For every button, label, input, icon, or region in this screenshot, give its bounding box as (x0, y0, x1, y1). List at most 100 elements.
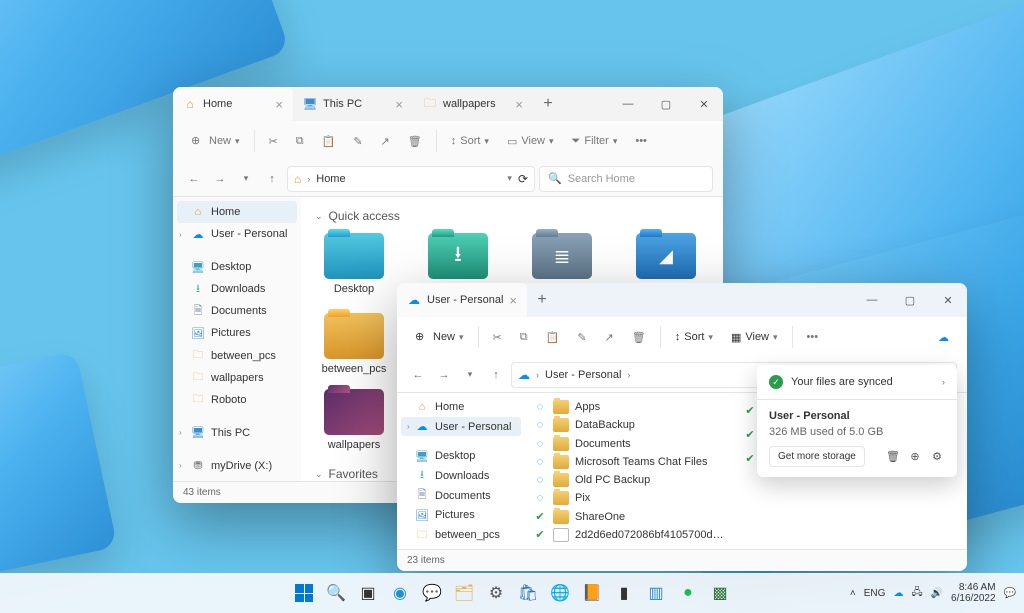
settings-icon[interactable]: ⚙ (929, 449, 945, 465)
store-button[interactable]: 🛍 (514, 579, 542, 607)
new-tab-button[interactable]: + (533, 87, 563, 121)
sidebar-item-home[interactable]: ⌂Home (177, 201, 297, 223)
tray-overflow-button[interactable]: ˄ (850, 588, 856, 599)
list-item[interactable]: ◌Apps (533, 399, 725, 415)
spotify-button[interactable]: ● (674, 579, 702, 607)
cut-button[interactable]: ✂ (485, 323, 510, 351)
taskbar-app-icon[interactable]: 📙 (578, 579, 606, 607)
chat-button[interactable]: 💬 (418, 579, 446, 607)
address-bar[interactable]: ⌂ › Home ▾ ⟳ (287, 166, 535, 192)
paste-button[interactable]: 📋 (538, 323, 568, 351)
up-button[interactable]: ↑ (485, 364, 507, 386)
close-button[interactable]: ✕ (685, 87, 723, 121)
sidebar-item-documents[interactable]: 🗎Documents (173, 300, 301, 322)
copy-button[interactable]: ⧉ (288, 127, 312, 155)
forward-button[interactable]: → (433, 364, 455, 386)
notifications-button[interactable]: 💬 (1004, 588, 1016, 599)
view-online-icon[interactable]: ⊕ (907, 449, 923, 465)
list-item[interactable]: ✔ShareOne (533, 509, 725, 525)
paste-button[interactable]: 📋 (314, 127, 344, 155)
more-button[interactable]: ••• (627, 127, 655, 155)
caret-icon[interactable]: › (179, 428, 182, 437)
sidebar-item-pictures[interactable]: 🖼Pictures (173, 322, 301, 344)
filter-button[interactable]: ⏷ Filter ▾ (564, 127, 626, 155)
explorer-button[interactable]: 🗂 (450, 579, 478, 607)
sidebar-item-downloads[interactable]: ⭳Downloads (397, 466, 525, 486)
terminal-button[interactable]: ▮ (610, 579, 638, 607)
edge-button[interactable]: 🌐 (546, 579, 574, 607)
list-item[interactable]: ◌Microsoft Teams Chat Files (533, 454, 725, 470)
network-icon[interactable]: 🖧 (911, 585, 922, 602)
new-button[interactable]: ⊕New▾ (407, 323, 472, 351)
settings-button[interactable]: ⚙ (482, 579, 510, 607)
sidebar-item-pictures[interactable]: 🖼Pictures (397, 506, 525, 526)
widgets-button[interactable]: ◉ (386, 579, 414, 607)
sidebar-item-documents[interactable]: 🗎Documents (397, 486, 525, 506)
new-button[interactable]: ⊕New▾ (183, 127, 248, 155)
sidebar-item-home[interactable]: ⌂Home (397, 397, 525, 417)
tab-user-personal[interactable]: ☁ User - Personal × (397, 283, 527, 317)
sidebar-item-user-personal[interactable]: ›☁User - Personal (401, 417, 521, 437)
maximize-button[interactable]: ▢ (891, 283, 929, 317)
clock[interactable]: 8:46 AM 6/16/2022 (951, 582, 996, 604)
sidebar-item-roboto[interactable]: 🗀Roboto (173, 389, 301, 411)
copy-button[interactable]: ⧉ (512, 323, 536, 351)
minimize-button[interactable]: — (853, 283, 891, 317)
share-button[interactable]: ↗ (373, 127, 398, 155)
rename-button[interactable]: ✎ (345, 127, 370, 155)
volume-icon[interactable]: 🔊 (931, 588, 943, 599)
sidebar-item-this-pc[interactable]: ›🖥This PC (173, 422, 301, 444)
share-button[interactable]: ↗ (597, 323, 622, 351)
list-item[interactable]: ✔2d2d6ed072086bf4105700d5935439… (533, 527, 725, 543)
close-tab-icon[interactable]: × (275, 98, 283, 111)
taskbar-app-icon[interactable]: ▥ (642, 579, 670, 607)
start-button[interactable] (290, 579, 318, 607)
qa-between-pcs[interactable]: between_pcs (315, 313, 393, 375)
cut-button[interactable]: ✂ (261, 127, 286, 155)
sort-button[interactable]: ↕ Sort ▾ (443, 127, 497, 155)
recent-locs-button[interactable]: ▾ (235, 168, 257, 190)
sidebar-item-between-pcs[interactable]: 🗀between_pcs (173, 345, 301, 367)
taskbar-app-icon[interactable]: ▩ (706, 579, 734, 607)
sidebar-item-wallpapers[interactable]: 🗀wallpapers (173, 367, 301, 389)
sidebar-item-desktop[interactable]: 🖥Desktop (397, 446, 525, 466)
close-tab-icon[interactable]: × (515, 98, 523, 111)
caret-icon[interactable]: › (179, 461, 182, 470)
get-storage-button[interactable]: Get more storage (769, 446, 865, 467)
onedrive-tray-icon[interactable]: ☁ (893, 588, 903, 599)
refresh-button[interactable]: ⟳ (518, 172, 528, 186)
caret-icon[interactable]: › (407, 422, 410, 431)
task-view-button[interactable]: ▣ (354, 579, 382, 607)
list-item[interactable]: ◌Documents (533, 436, 725, 452)
view-button[interactable]: ▭ View ▾ (499, 127, 562, 155)
recycle-bin-icon[interactable]: 🗑 (885, 449, 901, 465)
list-item[interactable]: ◌Pix (533, 490, 725, 506)
sort-button[interactable]: ↕ Sort ▾ (667, 323, 721, 351)
language-indicator[interactable]: ENG (864, 588, 886, 599)
tab-this-pc[interactable]: 🖥 This PC × (293, 87, 413, 121)
back-button[interactable]: ← (407, 364, 429, 386)
list-item[interactable]: ◌DataBackup (533, 417, 725, 433)
back-button[interactable]: ← (183, 168, 205, 190)
close-tab-icon[interactable]: × (395, 98, 403, 111)
delete-button[interactable]: 🗑 (624, 323, 654, 351)
close-button[interactable]: ✕ (929, 283, 967, 317)
view-button[interactable]: ▦ View ▾ (723, 323, 786, 351)
more-button[interactable]: ••• (799, 323, 827, 351)
chevron-down-icon[interactable]: ▾ (507, 173, 512, 184)
caret-icon[interactable]: › (179, 230, 182, 239)
sync-status-row[interactable]: ✓ Your files are synced › (769, 375, 945, 389)
close-tab-icon[interactable]: × (509, 294, 517, 307)
sidebar-item-between-pcs[interactable]: 🗀between_pcs (397, 525, 525, 545)
sidebar-item-desktop[interactable]: 🖥Desktop (173, 256, 301, 278)
onedrive-status-button[interactable]: ☁ (930, 323, 957, 351)
sidebar-item-downloads[interactable]: ⭳Downloads (173, 278, 301, 300)
forward-button[interactable]: → (209, 168, 231, 190)
search-button[interactable]: 🔍 (322, 579, 350, 607)
recent-locs-button[interactable]: ▾ (459, 364, 481, 386)
minimize-button[interactable]: — (609, 87, 647, 121)
maximize-button[interactable]: ▢ (647, 87, 685, 121)
tab-home[interactable]: ⌂ Home × (173, 87, 293, 121)
qa-wallpapers[interactable]: wallpapers (315, 389, 393, 451)
sidebar-item-mydrive[interactable]: ›⛃myDrive (X:) (173, 455, 301, 477)
